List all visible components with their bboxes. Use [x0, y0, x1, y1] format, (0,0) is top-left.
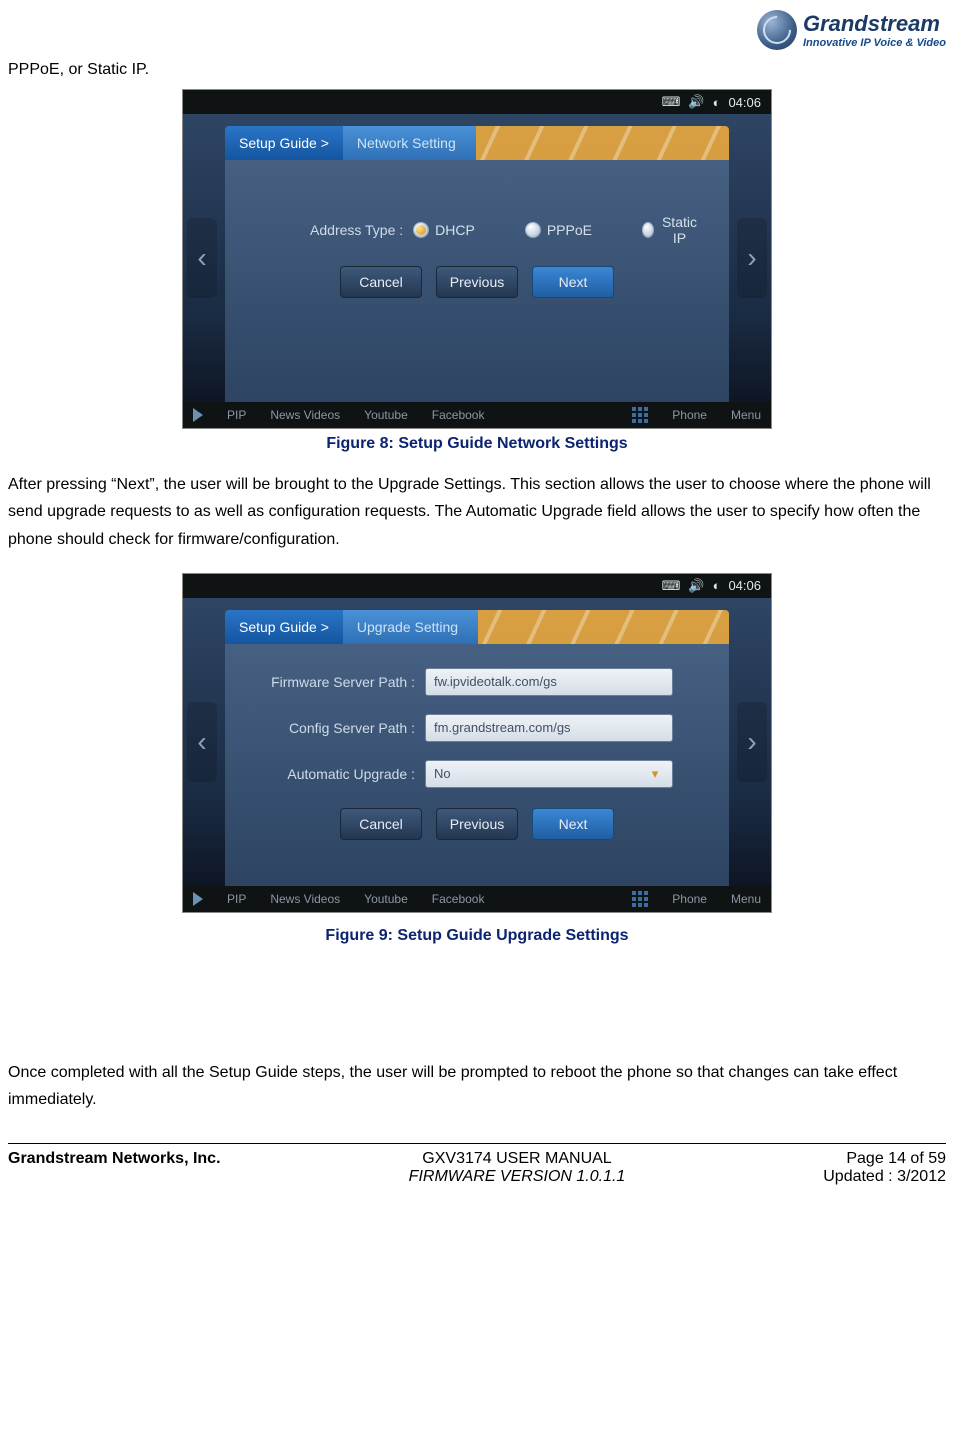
- address-type-label: Address Type :: [255, 222, 413, 238]
- nav-right-arrow[interactable]: ›: [737, 702, 767, 782]
- radio-icon: [413, 222, 429, 238]
- paragraph-after-fig8: After pressing “Next”, the user will be …: [8, 471, 946, 553]
- bottom-facebook[interactable]: Facebook: [432, 892, 485, 906]
- footer-line-1: Grandstream Networks, Inc. GXV3174 USER …: [8, 1150, 946, 1168]
- keyboard-icon: ⌨: [662, 94, 681, 110]
- bottom-phone[interactable]: Phone: [672, 408, 707, 422]
- status-bar: ⌨ 🔊 ◐ 04:06: [183, 574, 771, 598]
- config-server-input[interactable]: fm.grandstream.com/gs: [425, 714, 673, 742]
- setup-panel: Setup Guide > Upgrade Setting Firmware S…: [225, 610, 729, 886]
- footer-updated: Updated : 3/2012: [746, 1168, 946, 1186]
- radio-icon: [525, 222, 541, 238]
- logo-mark-icon: [757, 10, 797, 50]
- radio-dhcp[interactable]: DHCP: [413, 214, 475, 246]
- bottom-facebook[interactable]: Facebook: [432, 408, 485, 422]
- previous-button[interactable]: Previous: [436, 808, 518, 840]
- status-time: 04:06: [728, 95, 761, 110]
- bottom-bar: PIP News Videos Youtube Facebook Phone M…: [183, 886, 771, 912]
- firmware-server-label: Firmware Server Path :: [255, 674, 425, 690]
- radio-icon: [642, 222, 654, 238]
- volume-icon: 🔊: [688, 94, 704, 110]
- radio-pppoe[interactable]: PPPoE: [525, 214, 592, 246]
- footer-line-2: FIRMWARE VERSION 1.0.1.1 Updated : 3/201…: [8, 1168, 946, 1186]
- figure-8-screenshot: ⌨ 🔊 ◐ 04:06 ‹ › Setup Guide > Network Se…: [182, 89, 772, 429]
- breadcrumb-root: Setup Guide >: [225, 126, 343, 160]
- intro-fragment: PPPoE, or Static IP.: [8, 56, 946, 83]
- nav-right-arrow[interactable]: ›: [737, 218, 767, 298]
- config-server-value: fm.grandstream.com/gs: [434, 720, 571, 735]
- breadcrumb: Setup Guide > Network Setting: [225, 126, 729, 160]
- figure-9-caption: Figure 9: Setup Guide Upgrade Settings: [8, 927, 946, 945]
- next-button[interactable]: Next: [532, 808, 614, 840]
- logo-name: Grandstream: [803, 11, 940, 36]
- breadcrumb-progress-icon: [476, 126, 729, 160]
- bottom-youtube[interactable]: Youtube: [364, 408, 408, 422]
- page-header: Grandstream Innovative IP Voice & Video: [8, 10, 946, 50]
- bottom-menu[interactable]: Menu: [731, 408, 761, 422]
- bottom-news[interactable]: News Videos: [270, 408, 340, 422]
- breadcrumb-current: Upgrade Setting: [343, 610, 478, 644]
- radio-dhcp-label: DHCP: [435, 222, 475, 238]
- signal-icon: ◐: [713, 578, 721, 593]
- radio-static-ip[interactable]: Static IP: [642, 214, 699, 246]
- footer-manual: GXV3174 USER MANUAL: [288, 1150, 746, 1168]
- status-bar: ⌨ 🔊 ◐ 04:06: [183, 90, 771, 114]
- radio-static-label: Static IP: [660, 214, 699, 246]
- play-icon[interactable]: [193, 408, 203, 422]
- nav-left-arrow[interactable]: ‹: [187, 702, 217, 782]
- automatic-upgrade-select[interactable]: No ▾: [425, 760, 673, 788]
- automatic-upgrade-value: No: [434, 766, 451, 781]
- footer-rule: [8, 1143, 946, 1144]
- status-time: 04:06: [728, 578, 761, 593]
- chevron-down-icon: ▾: [646, 765, 664, 783]
- breadcrumb-root: Setup Guide >: [225, 610, 343, 644]
- keyboard-icon: ⌨: [662, 578, 681, 594]
- automatic-upgrade-label: Automatic Upgrade :: [255, 766, 425, 782]
- radio-pppoe-label: PPPoE: [547, 222, 592, 238]
- cancel-button[interactable]: Cancel: [340, 266, 422, 298]
- nav-left-arrow[interactable]: ‹: [187, 218, 217, 298]
- apps-grid-icon[interactable]: [632, 407, 648, 423]
- bottom-pip[interactable]: PIP: [227, 892, 246, 906]
- bottom-phone[interactable]: Phone: [672, 892, 707, 906]
- firmware-server-value: fw.ipvideotalk.com/gs: [434, 674, 557, 689]
- breadcrumb-progress-icon: [478, 610, 729, 644]
- footer-firmware: FIRMWARE VERSION 1.0.1.1: [288, 1168, 746, 1186]
- bottom-news[interactable]: News Videos: [270, 892, 340, 906]
- apps-grid-icon[interactable]: [632, 891, 648, 907]
- footer-page: Page 14 of 59: [746, 1150, 946, 1168]
- figure-9-screenshot: ⌨ 🔊 ◐ 04:06 ‹ › Setup Guide > Upgrade Se…: [182, 573, 772, 913]
- setup-panel: Setup Guide > Network Setting Address Ty…: [225, 126, 729, 402]
- paragraph-after-fig9: Once completed with all the Setup Guide …: [8, 1059, 946, 1113]
- cancel-button[interactable]: Cancel: [340, 808, 422, 840]
- volume-icon: 🔊: [688, 578, 704, 594]
- brand-logo: Grandstream Innovative IP Voice & Video: [757, 10, 946, 50]
- figure-8-caption: Figure 8: Setup Guide Network Settings: [8, 435, 946, 453]
- config-server-label: Config Server Path :: [255, 720, 425, 736]
- footer-company: Grandstream Networks, Inc.: [8, 1150, 288, 1168]
- bottom-menu[interactable]: Menu: [731, 892, 761, 906]
- previous-button[interactable]: Previous: [436, 266, 518, 298]
- bottom-bar: PIP News Videos Youtube Facebook Phone M…: [183, 402, 771, 428]
- signal-icon: ◐: [713, 95, 721, 110]
- breadcrumb: Setup Guide > Upgrade Setting: [225, 610, 729, 644]
- play-icon[interactable]: [193, 892, 203, 906]
- firmware-server-input[interactable]: fw.ipvideotalk.com/gs: [425, 668, 673, 696]
- next-button[interactable]: Next: [532, 266, 614, 298]
- breadcrumb-current: Network Setting: [343, 126, 476, 160]
- bottom-pip[interactable]: PIP: [227, 408, 246, 422]
- bottom-youtube[interactable]: Youtube: [364, 892, 408, 906]
- logo-tagline: Innovative IP Voice & Video: [803, 37, 946, 49]
